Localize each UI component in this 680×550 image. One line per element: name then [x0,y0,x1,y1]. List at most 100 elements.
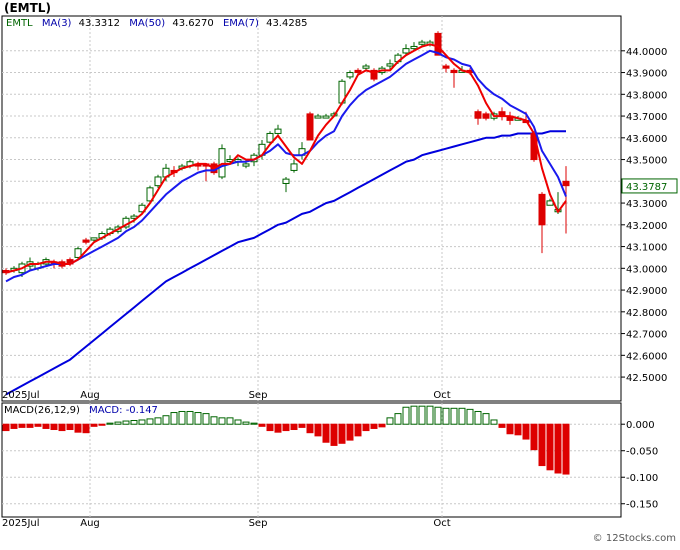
legend-ema7-label: EMA(7) [223,18,259,29]
price-tick-label: 43.5000 [626,156,667,167]
macd-bar [314,423,322,437]
macd-bar [378,423,386,428]
macd-tick-label: -0.100 [626,473,658,484]
macd-bar [530,423,538,451]
candle-body [386,63,394,67]
chart-canvas: 44.0000 43.9000 43.8000 43.7000 43.6000 43.50… [0,0,680,546]
candle-body [362,65,370,69]
price-tick-label: 42.5000 [626,373,667,384]
macd-bar [362,423,370,432]
last-price-value: 43.3787 [626,182,667,193]
legend-ma3-label: MA(3) [42,18,72,29]
price-tick-label: 42.9000 [626,286,667,297]
stock-chart: 44.0000 43.9000 43.8000 43.7000 43.6000 43.50… [0,0,680,546]
macd-bar [226,417,234,425]
macd-bar [434,406,442,425]
macd-bar [410,405,418,425]
macd-bar [554,423,562,474]
macd-tick-label: -0.150 [626,500,658,511]
candle-body [418,41,426,45]
legend-ma50-label: MA(50) [129,18,165,29]
x-tick-label: 2025Jul [2,390,40,401]
price-tick-label: 42.6000 [626,351,667,362]
price-tick-label: 43.7000 [626,112,667,123]
candle [218,144,226,180]
macd-bar [458,407,466,425]
candle-body [306,113,314,141]
macd-bar [234,419,242,425]
macd-bar [218,417,226,425]
macd-bar [538,423,546,467]
macd-bar [42,423,50,429]
x-tick-label: Aug [80,390,100,401]
macd-bar [490,419,498,425]
macd-bar [122,420,130,425]
candle-body [290,163,298,171]
macd-bar [130,419,138,425]
candle-body [346,72,354,78]
candle-body [282,178,290,184]
macd-bar [546,423,554,471]
candle-body [402,48,410,54]
macd-bar [402,406,410,425]
legend-ma50-value: 43.6270 [172,18,213,29]
macd-bar [418,405,426,425]
macd-bar [74,423,82,433]
candle-body [450,69,458,74]
candle-body [154,176,162,187]
candle-body [354,69,362,74]
macd-bar [162,415,170,425]
macd-bar [386,417,394,425]
price-tick-label: 43.2000 [626,221,667,232]
legend-ema7-value: 43.4285 [266,18,307,29]
macd-bar [34,423,42,427]
x-tick-label-macd: Sep [249,518,268,529]
last-price-tag: 43.3787 [621,178,678,194]
macd-bar [26,423,34,428]
macd-bar [210,416,218,425]
macd-bar [474,410,482,425]
macd-bar [394,413,402,425]
macd-bar [250,422,258,425]
candle-body [242,163,250,167]
x-tick-label-macd: Oct [433,518,450,529]
macd-bar [338,423,346,444]
macd-bar [346,423,354,441]
candle-body [322,115,330,119]
candle-body [82,239,90,243]
macd-bar [426,405,434,425]
candle-body [90,237,98,241]
macd-bar [266,423,274,432]
price-tick-label: 43.6000 [626,134,667,145]
macd-bar [498,423,506,428]
macd-bar [450,407,458,425]
macd-bar [178,410,186,425]
price-tick-label: 42.7000 [626,330,667,341]
macd-bar [514,423,522,436]
price-tick-label: 42.8000 [626,308,667,319]
macd-bar [114,421,122,425]
macd-bar [194,412,202,425]
macd-bar [186,410,194,425]
legend-ma3-value: 43.3312 [79,18,120,29]
price-tick-label: 43.1000 [626,243,667,254]
macd-bar [466,408,474,425]
credit-text: © 12Stocks.com [593,533,676,544]
macd-bar [82,423,90,434]
macd-bar [442,407,450,425]
macd-tick-label: 0.000 [626,420,655,431]
price-tick-label: 43.8000 [626,90,667,101]
chart-title: (EMTL) [4,1,51,15]
candle-body [218,148,226,178]
macd-bar [370,423,378,429]
macd-legend-params: MACD(26,12,9) [4,405,80,416]
macd-bar [90,423,98,427]
macd-bar [258,423,266,427]
macd-bar [290,423,298,431]
macd-bar [242,421,250,425]
macd-bar [522,423,530,440]
macd-bar [58,423,66,432]
macd-bar [298,423,306,428]
macd-bar [562,423,570,475]
macd-tick-label: -0.050 [626,447,658,458]
